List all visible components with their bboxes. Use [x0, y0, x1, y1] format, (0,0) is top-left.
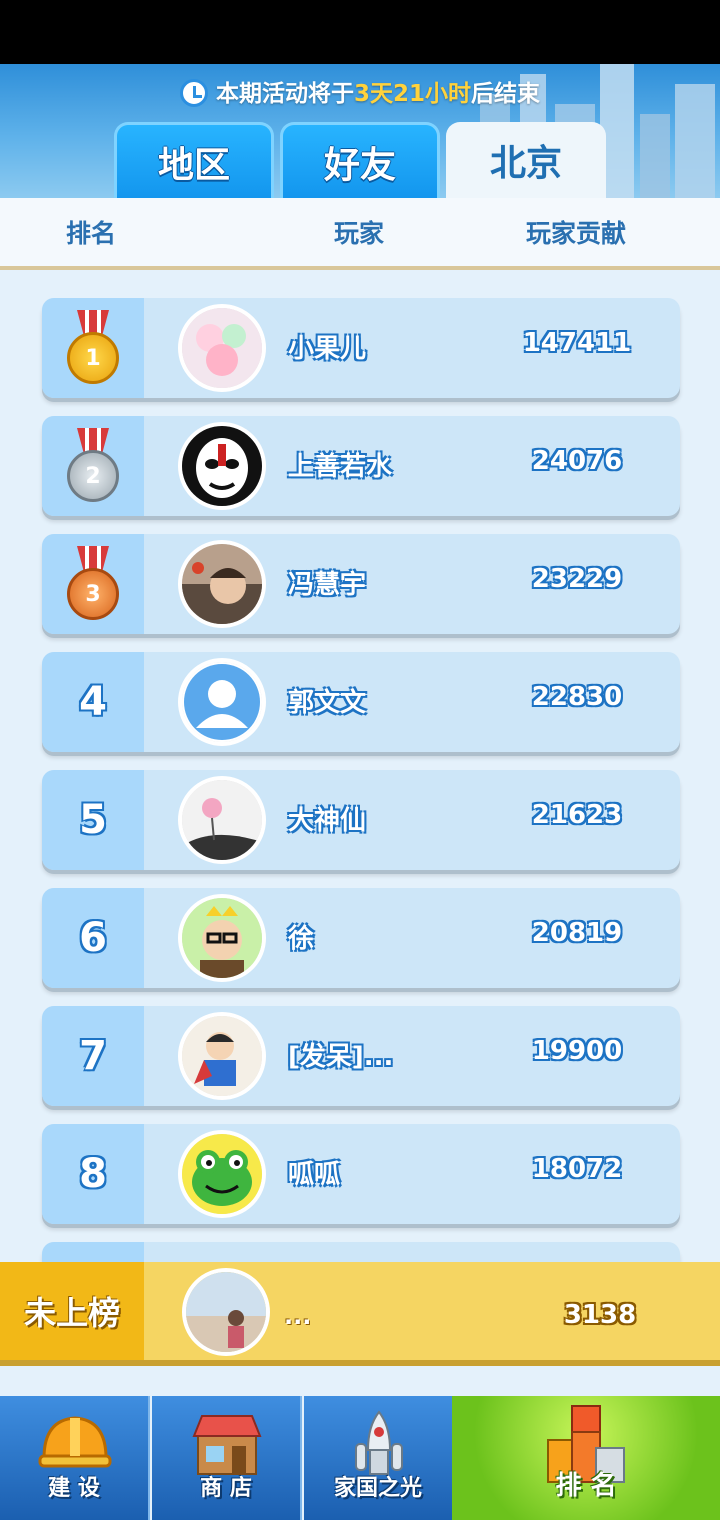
tab-region[interactable]: 地区 [114, 122, 274, 198]
player-score: 147411 [522, 328, 632, 358]
leaderboard-row[interactable]: 2 上善若水 24076 [42, 416, 680, 516]
rank-cell: 3 [42, 534, 144, 634]
clock-icon [179, 79, 208, 107]
bronze-medal-icon: 3 [65, 546, 121, 622]
player-score: 21623 [531, 800, 623, 830]
player-score: 23229 [531, 564, 623, 594]
hardhat-icon [38, 1416, 112, 1468]
countdown-time: 3天21小时 [353, 81, 471, 107]
player-name: 上善若水 [288, 452, 393, 482]
player-name: [发呆]... [288, 1042, 394, 1072]
player-score: 24076 [531, 446, 623, 476]
nav-national-glory[interactable]: 家国之光 [304, 1396, 454, 1520]
countdown-banner: 本期活动将于3天21小时后结束 [0, 74, 720, 108]
tab-beijing[interactable]: 北京 [446, 122, 606, 198]
status-bar [0, 0, 720, 64]
my-rank-bar[interactable]: 未上榜 ... 3138 [0, 1262, 720, 1366]
column-player: 玩家 [334, 219, 385, 248]
nav-build[interactable]: 建 设 [0, 1396, 150, 1520]
player-name: 冯慧宇 [288, 570, 367, 600]
my-name: ... [284, 1302, 312, 1330]
leaderboard-list[interactable]: 1 小果儿 147411 2 上善若水 24076 3 冯慧宇 23229 4 … [0, 270, 720, 1390]
rank-cell: 6 [42, 888, 144, 988]
leaderboard-row[interactable]: 8 呱呱 18072 [42, 1124, 680, 1224]
player-score: 19900 [531, 1036, 623, 1066]
column-contribution: 玩家贡献 [526, 219, 627, 248]
leaderboard-row[interactable]: 4 郭文文 22830 [42, 652, 680, 752]
player-score: 20819 [531, 918, 623, 948]
leaderboard-row[interactable]: 7 [发呆]... 19900 [42, 1006, 680, 1106]
tab-friends[interactable]: 好友 [280, 122, 440, 198]
nav-ranking[interactable]: 排 名 [452, 1396, 720, 1520]
gold-medal-icon: 1 [65, 310, 121, 386]
avatar[interactable] [178, 776, 266, 864]
player-name: 呱呱 [288, 1160, 341, 1190]
shop-icon [192, 1415, 262, 1475]
avatar[interactable] [178, 540, 266, 628]
player-name: 郭文文 [288, 688, 367, 718]
bottom-nav: 建 设 商 店 家国之光 排 名 [0, 1388, 720, 1520]
column-header: 排名 玩家 玩家贡献 [0, 198, 720, 270]
player-name: 大神仙 [288, 806, 367, 836]
header: 本期活动将于3天21小时后结束 地区 好友 北京 [0, 64, 720, 198]
rank-cell: 8 [42, 1124, 144, 1224]
nav-shop[interactable]: 商 店 [152, 1396, 302, 1520]
rank-cell: 5 [42, 770, 144, 870]
column-rank: 排名 [66, 219, 117, 248]
player-name: 小果儿 [288, 334, 367, 364]
default-avatar-icon[interactable] [178, 658, 266, 746]
player-name: 徐 [288, 924, 315, 954]
player-score: 22830 [531, 682, 623, 712]
leaderboard-row[interactable]: 6 徐 20819 [42, 888, 680, 988]
avatar[interactable] [178, 422, 266, 510]
avatar[interactable] [178, 1130, 266, 1218]
my-avatar[interactable] [182, 1268, 270, 1356]
leaderboard-row[interactable]: 3 冯慧宇 23229 [42, 534, 680, 634]
my-rank-label: 未上榜 [0, 1262, 144, 1360]
my-score: 3138 [563, 1300, 637, 1330]
leaderboard-row[interactable]: 5 大神仙 21623 [42, 770, 680, 870]
avatar[interactable] [178, 1012, 266, 1100]
silver-medal-icon: 2 [65, 428, 121, 504]
rank-cell: 7 [42, 1006, 144, 1106]
rank-cell: 4 [42, 652, 144, 752]
rank-cell: 2 [42, 416, 144, 516]
avatar[interactable] [178, 894, 266, 982]
leaderboard-row[interactable]: 1 小果儿 147411 [42, 298, 680, 398]
avatar[interactable] [178, 304, 266, 392]
player-score: 18072 [531, 1154, 623, 1184]
rank-cell: 1 [42, 298, 144, 398]
